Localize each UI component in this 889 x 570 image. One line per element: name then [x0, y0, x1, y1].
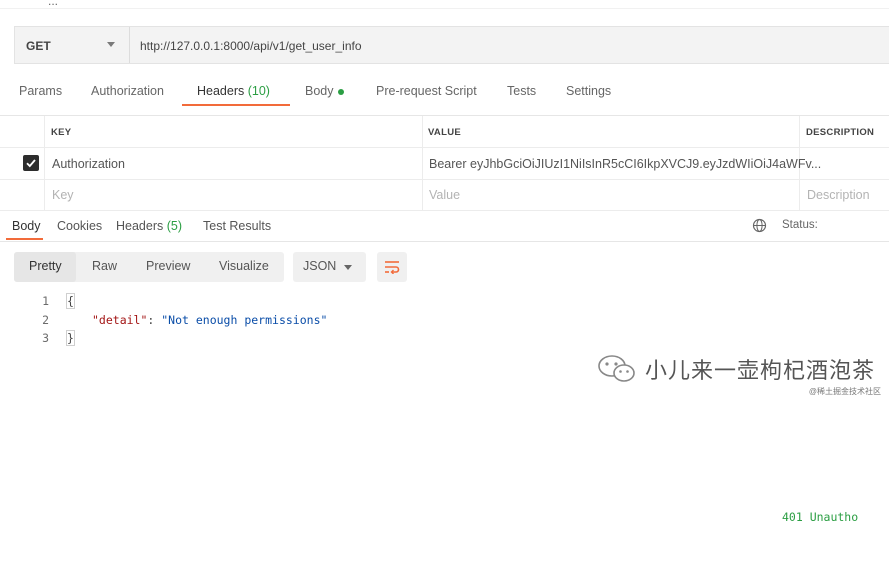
column-header-value: VALUE	[428, 127, 461, 138]
view-raw-button[interactable]: Raw	[92, 259, 117, 273]
table-header-row: KEY VALUE DESCRIPTION	[0, 116, 889, 148]
close-brace: }	[66, 330, 75, 346]
view-pretty-button[interactable]: Pretty	[29, 259, 62, 273]
format-select[interactable]: JSON	[293, 252, 366, 282]
response-tab-test-results[interactable]: Test Results	[203, 219, 271, 233]
column-header-description: DESCRIPTION	[806, 127, 875, 138]
checkbox-icon[interactable]	[23, 155, 39, 171]
status-label: Status:	[782, 219, 818, 231]
watermark: 小儿来一壶枸杞酒泡茶 @稀土掘金技术社区	[597, 350, 889, 405]
wechat-icon	[597, 353, 637, 388]
active-response-tab-underline	[6, 238, 43, 240]
response-tab-headers-count: (5)	[166, 219, 183, 233]
status-code: 401 Unautho	[782, 510, 859, 524]
column-header-key: KEY	[51, 127, 72, 138]
tab-params[interactable]: Params	[19, 84, 62, 98]
json-colon: :	[147, 313, 162, 327]
response-body-code: 1 2 3 { "detail": "Not enough permission…	[0, 291, 500, 351]
tab-settings[interactable]: Settings	[566, 84, 611, 98]
tab-headers-label: Headers	[197, 84, 245, 98]
open-brace: {	[66, 293, 75, 309]
method-select[interactable]: GET	[15, 27, 130, 63]
request-tabs: Params Authorization Headers (10) Body P…	[0, 76, 889, 108]
view-visualize-button[interactable]: Visualize	[219, 259, 269, 273]
tab-headers[interactable]: Headers (10)	[197, 84, 270, 98]
wrap-lines-icon	[385, 261, 400, 274]
response-tabs: Body Cookies Headers (5) Test Results St…	[0, 210, 889, 524]
json-key: "detail"	[92, 313, 148, 327]
tab-body-label: Body	[305, 84, 334, 98]
view-preview-button[interactable]: Preview	[146, 259, 190, 273]
wrap-lines-button[interactable]	[377, 252, 407, 282]
headers-table: KEY VALUE DESCRIPTION Authorization Bear…	[0, 115, 889, 211]
tab-body[interactable]: Body	[305, 84, 344, 98]
top-fragment-text: ...	[48, 0, 59, 8]
top-strip: ...	[0, 0, 889, 9]
response-tab-body[interactable]: Body	[12, 219, 41, 233]
request-bar: GET http://127.0.0.1:8000/api/v1/get_use…	[14, 26, 889, 64]
chevron-down-icon	[107, 42, 115, 47]
method-label: GET	[26, 39, 51, 53]
chevron-down-icon	[344, 265, 352, 270]
watermark-text: 小儿来一壶枸杞酒泡茶	[645, 359, 876, 384]
view-mode-toggle: Pretty Raw Preview Visualize	[14, 252, 284, 282]
response-tab-cookies[interactable]: Cookies	[57, 219, 102, 233]
tab-pre-request-script[interactable]: Pre-request Script	[376, 84, 477, 98]
tab-authorization[interactable]: Authorization	[91, 84, 164, 98]
body-indicator-dot	[337, 88, 344, 95]
table-row-empty: Key Value Description	[0, 179, 889, 211]
value-input-placeholder[interactable]: Value	[429, 188, 460, 202]
format-label: JSON	[303, 259, 337, 273]
line-number: 3	[42, 331, 49, 345]
response-tab-headers-label: Headers	[116, 219, 164, 233]
active-tab-underline	[182, 104, 290, 106]
url-input[interactable]: http://127.0.0.1:8000/api/v1/get_user_in…	[140, 39, 362, 53]
tab-tests[interactable]: Tests	[507, 84, 536, 98]
response-tab-headers[interactable]: Headers (5)	[116, 219, 182, 233]
globe-icon[interactable]	[752, 218, 767, 236]
header-key-cell[interactable]: Authorization	[52, 157, 125, 171]
description-input-placeholder[interactable]: Description	[807, 188, 870, 202]
table-row: Authorization Bearer eyJhbGciOiJIUzI1NiI…	[0, 147, 889, 180]
json-value: "Not enough permissions"	[161, 313, 328, 327]
key-input-placeholder[interactable]: Key	[52, 188, 74, 202]
response-status: Status: 401 Unautho	[782, 219, 858, 524]
json-line: "detail": "Not enough permissions"	[92, 313, 327, 327]
line-number: 2	[42, 313, 49, 327]
header-value-cell[interactable]: Bearer eyJhbGciOiJIUzI1NiIsInR5cCI6IkpXV…	[429, 157, 821, 171]
line-number: 1	[42, 294, 49, 308]
watermark-subtext: @稀土掘金技术社区	[808, 387, 881, 396]
tab-headers-count: (10)	[247, 84, 270, 98]
